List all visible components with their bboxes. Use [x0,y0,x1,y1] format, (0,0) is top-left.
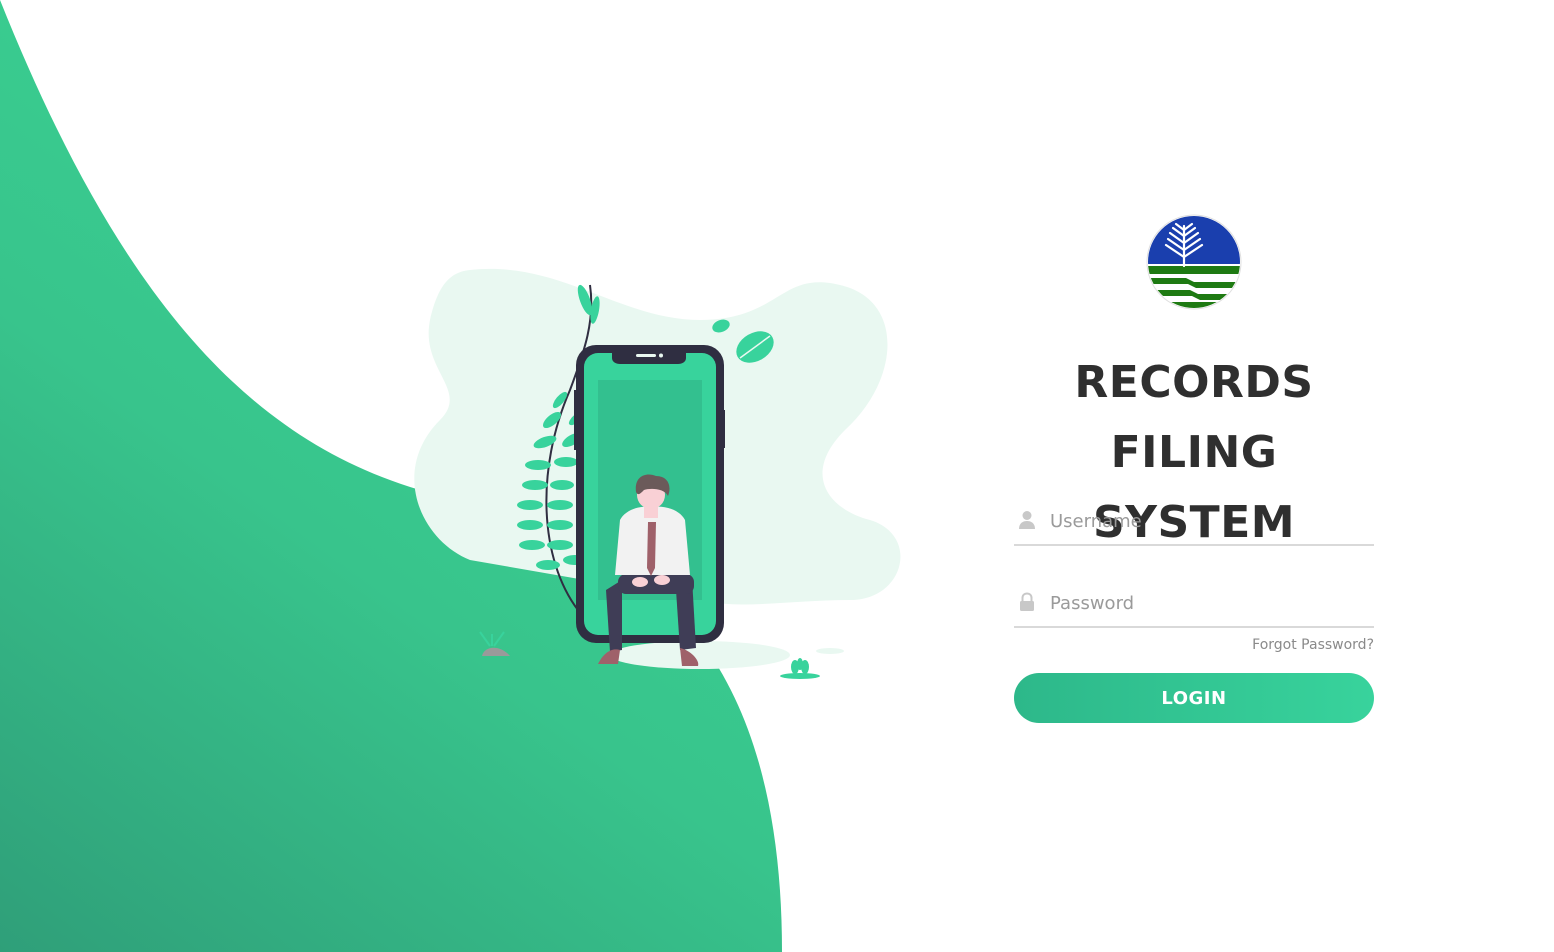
login-page: RECORDS FILING SYSTEM Forgot Password? L… [0,0,1554,952]
user-icon [1019,511,1035,529]
password-field [1014,582,1374,628]
title-line-1: RECORDS [1074,357,1314,408]
login-button[interactable]: LOGIN [1014,673,1374,723]
lock-icon [1020,592,1034,611]
forgot-password-link[interactable]: Forgot Password? [1252,637,1374,653]
username-input[interactable] [1048,504,1372,538]
username-field [1014,500,1374,546]
agency-logo [1146,214,1242,310]
password-input[interactable] [1048,586,1372,620]
